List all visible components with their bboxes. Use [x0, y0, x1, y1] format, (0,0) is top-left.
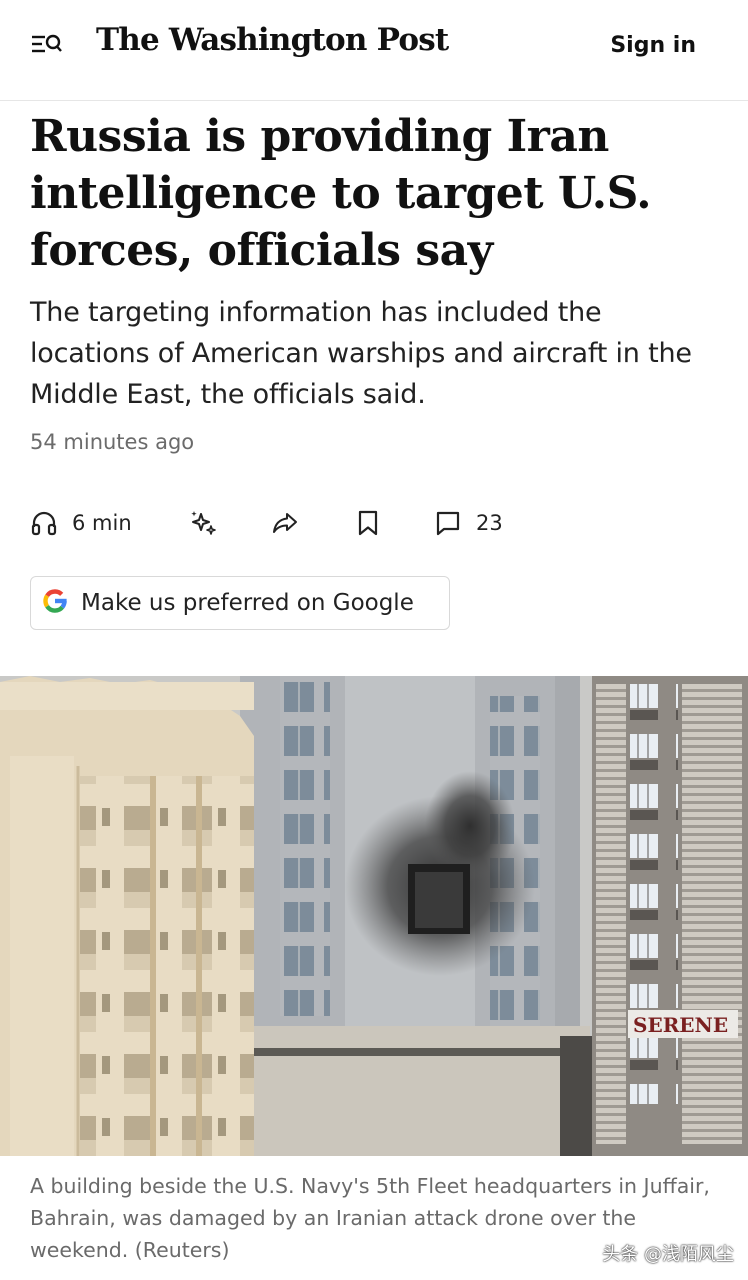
article-photo[interactable]: SERENE [0, 676, 748, 1156]
article-timestamp: 54 minutes ago [30, 430, 195, 454]
google-preferred-label: Make us preferred on Google [81, 590, 414, 616]
article-toolbar: 6 min 23 [30, 502, 550, 544]
listen-button[interactable]: 6 min [30, 502, 132, 544]
watermark: 头条 @浅陌风尘 [602, 1244, 734, 1265]
sparkles-icon [188, 508, 218, 538]
comments-count: 23 [476, 511, 503, 535]
ai-summary-button[interactable] [188, 502, 218, 544]
article-headline: Russia is providing Iran intelligence to… [30, 111, 652, 276]
building-sign: SERENE [633, 1013, 728, 1037]
bookmark-icon [356, 509, 380, 537]
share-button[interactable] [270, 502, 300, 544]
site-header: The Washington Post Sign in [0, 0, 748, 101]
comments-button[interactable]: 23 [434, 502, 503, 544]
site-logo[interactable]: The Washington Post [96, 22, 449, 58]
share-icon [270, 508, 300, 538]
google-preferred-button[interactable]: Make us preferred on Google [30, 576, 450, 630]
bookmark-button[interactable] [356, 502, 380, 544]
listen-duration: 6 min [72, 511, 132, 535]
menu-search-icon[interactable] [30, 30, 64, 60]
sign-in-link[interactable]: Sign in [610, 33, 696, 58]
article-subheadline: The targeting information has included t… [30, 297, 692, 410]
comment-icon [434, 509, 462, 537]
google-g-icon [39, 585, 71, 621]
headphones-icon [30, 509, 58, 537]
